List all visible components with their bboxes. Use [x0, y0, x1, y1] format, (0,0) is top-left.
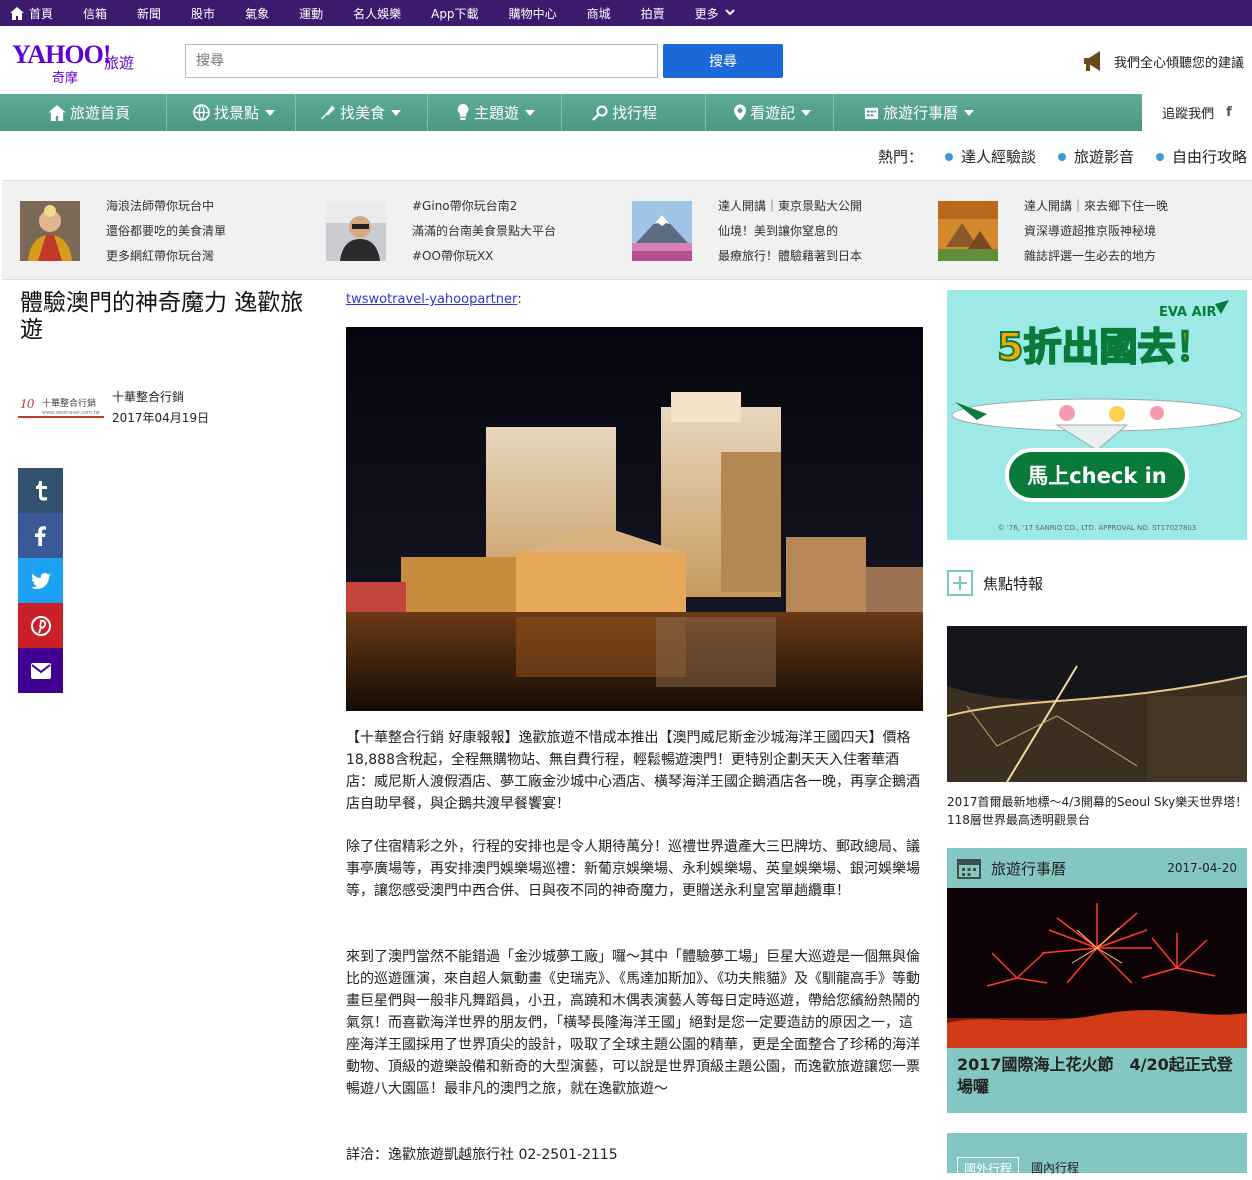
- svg-text:10: 10: [20, 397, 34, 412]
- svg-text:5折出國去！: 5折出國去！: [997, 325, 1213, 369]
- plus-box-icon: [947, 570, 973, 596]
- site-header: YAHOO! 奇摩 旅遊 搜尋 我們全心傾聽您的建議: [0, 26, 1252, 94]
- topbar-item-shopping[interactable]: 購物中心: [509, 5, 557, 22]
- topbar-item-weather[interactable]: 氣象: [245, 5, 269, 22]
- search-input[interactable]: [185, 44, 658, 78]
- venetian-macao-photo: [346, 327, 923, 711]
- publish-date: 2017年04月19日: [112, 411, 210, 425]
- hot-link[interactable]: 自由行攻略: [1172, 146, 1247, 167]
- calendar-icon: [865, 107, 879, 120]
- calendar-caption[interactable]: 2017國際海上花火節 4/20起正式登場囉: [957, 1054, 1247, 1098]
- calendar-date: 2017-04-20: [1167, 861, 1237, 875]
- topbar-item-sports[interactable]: 運動: [299, 5, 323, 22]
- seoul-night-photo[interactable]: [947, 626, 1247, 782]
- mail-icon: [30, 662, 51, 679]
- utensils-icon: [321, 105, 336, 120]
- search-icon: [592, 105, 608, 121]
- topbar-item-celebrity[interactable]: 名人娛樂: [353, 5, 401, 22]
- tab-domestic[interactable]: 國內行程: [1025, 1157, 1085, 1178]
- hot-link[interactable]: 旅遊影音: [1074, 146, 1134, 167]
- focus-caption[interactable]: 2017首爾最新地標～4/3開幕的Seoul Sky樂天世界塔！118層世界最高…: [947, 793, 1252, 829]
- share-twitter-button[interactable]: [18, 558, 63, 603]
- monk-thumbnail: [20, 201, 80, 261]
- home-icon: [10, 6, 24, 20]
- calendar-icon: [957, 859, 981, 879]
- article-paragraph: 來到了澳門當然不能錯過「金沙城夢工廠」囉～其中「體驗夢工場」巨星大巡遊是一個無與…: [346, 949, 920, 1097]
- nav-find-itinerary[interactable]: 找行程: [562, 94, 707, 131]
- globe-icon: [193, 104, 210, 121]
- svg-text:十華整合行銷: 十華整合行銷: [42, 397, 96, 409]
- topbar-item-news[interactable]: 新聞: [137, 5, 161, 22]
- topbar-item-mail[interactable]: 信箱: [83, 5, 107, 22]
- contact-info: 詳洽：逸歡旅遊凱越旅行社 02-2501-2115: [346, 1147, 618, 1163]
- bullet-icon: [945, 152, 954, 161]
- yahoo-logo[interactable]: YAHOO! 奇摩 旅遊: [12, 40, 142, 86]
- nav-travel-home[interactable]: 旅遊首頁: [0, 94, 168, 131]
- nav-theme-tours[interactable]: 主題遊: [428, 94, 563, 131]
- focus-header: 焦點特報: [947, 570, 1043, 596]
- topbar-item-auction[interactable]: 拍賣: [641, 5, 665, 22]
- eva-air-ad-art: EVA AIR 5折出國去！ 馬上check in © '76, '17 SAN…: [951, 300, 1243, 532]
- promo-block[interactable]: 達人開講｜東京景點大公開 仙境！美到讓你窒息的 最療旅行！體驗藉著到日本: [614, 181, 920, 281]
- promo-block[interactable]: 達人開講｜來去鄉下住一晚 資深導遊超推京阪神秘境 雜誌評選一生必去的地方: [920, 181, 1252, 281]
- gino-thumbnail: [326, 201, 386, 261]
- nav-travel-notes[interactable]: 看遊記: [706, 94, 835, 131]
- nav-find-spots[interactable]: 找景點: [167, 94, 297, 131]
- share-mail-button[interactable]: [18, 648, 63, 693]
- svg-text:www.swotravel.com.tw: www.swotravel.com.tw: [42, 410, 100, 416]
- megaphone-icon: [1084, 51, 1100, 71]
- hot-link[interactable]: 達人經驗談: [961, 146, 1036, 167]
- article-paragraph: 【十華整合行銷 好康報報】逸歡旅遊不惜成本推出【澳門威尼斯金沙城海洋王國四天】價…: [346, 730, 920, 812]
- article-paragraph: 除了住宿精彩之外，行程的安排也是令人期待萬分！巡禮世界遺產大三巴牌坊、郵政總局、…: [346, 839, 920, 899]
- topbar-item-mall[interactable]: 商城: [587, 5, 611, 22]
- share-pinterest-button[interactable]: [18, 603, 63, 648]
- article-title: 體驗澳門的神奇魔力 逸歡旅遊: [20, 290, 304, 343]
- chevron-down-icon: [724, 9, 735, 16]
- topbar-item-stock[interactable]: 股市: [191, 5, 215, 22]
- pinterest-icon: [30, 615, 51, 636]
- village-thumbnail: [938, 201, 998, 261]
- share-tumblr-button[interactable]: [18, 468, 63, 513]
- bullet-icon: [1156, 152, 1165, 161]
- bullet-icon: [1058, 152, 1067, 161]
- topbar-item-home[interactable]: 首頁: [10, 5, 53, 22]
- home-icon: [48, 104, 66, 121]
- hot-topics: 熱門： 達人經驗談 旅遊影音 自由行攻略: [878, 146, 1247, 167]
- tour-tabs: 國外行程 國內行程: [947, 1133, 1247, 1180]
- fireworks-photo[interactable]: [947, 888, 1247, 1048]
- promo-block[interactable]: 海浪法師帶你玩台中 還俗都要吃的美食清單 更多網紅帶你玩台灣: [2, 181, 308, 281]
- feedback-link[interactable]: 我們全心傾聽您的建議: [1082, 50, 1244, 72]
- tumblr-icon: [35, 480, 47, 501]
- facebook-icon: [35, 525, 46, 546]
- follow-us[interactable]: 追蹤我們 f: [1142, 94, 1252, 131]
- travel-calendar: 旅遊行事曆 2017-04-20 2017國際海上花火節 4/20起正式登場囉: [947, 848, 1247, 1113]
- share-facebook-button[interactable]: [18, 513, 63, 558]
- promo-block[interactable]: #Gino帶你玩台南2 滿滿的台南美食景點大平台 #OO帶你玩XX: [308, 181, 614, 281]
- search-button[interactable]: 搜尋: [663, 44, 783, 78]
- top-bar: 首頁 信箱 新聞 股市 氣象 運動 名人娛樂 App下載 購物中心 商城 拍賣 …: [0, 0, 1252, 26]
- tab-overseas[interactable]: 國外行程: [957, 1157, 1020, 1180]
- map-pin-icon: [734, 104, 747, 121]
- hot-label: 熱門：: [878, 148, 924, 166]
- eva-air-ad[interactable]: EVA AIR 5折出國去！ 馬上check in © '76, '17 SAN…: [947, 290, 1247, 540]
- main-nav: 旅遊首頁 找景點 找美食 主題遊 找行程 看遊記 旅遊行事曆 追蹤我們 f: [0, 94, 1252, 131]
- nav-find-food[interactable]: 找美食: [296, 94, 429, 131]
- author-name[interactable]: 十華整合行銷: [112, 388, 184, 405]
- svg-text:馬上check in: 馬上check in: [1027, 464, 1167, 488]
- author-logo: 10 十華整合行銷 www.swotravel.com.tw: [18, 397, 104, 418]
- lightbulb-icon: [457, 104, 469, 120]
- fuji-thumbnail: [632, 201, 692, 261]
- topbar-item-app[interactable]: App下載: [431, 5, 478, 22]
- nav-travel-calendar[interactable]: 旅遊行事曆: [834, 94, 994, 131]
- twitter-icon: [30, 572, 51, 589]
- partner-link[interactable]: twswotravel-yahoopartner:: [346, 292, 522, 307]
- svg-text:EVA AIR: EVA AIR: [1159, 305, 1217, 320]
- svg-text:© '76, '17 SANRIO CO., LTD. AP: © '76, '17 SANRIO CO., LTD. APPROVAL NO.…: [998, 524, 1197, 532]
- facebook-icon[interactable]: f: [1226, 105, 1232, 120]
- promo-strip: 海浪法師帶你玩台中 還俗都要吃的美食清單 更多網紅帶你玩台灣 #Gino帶你玩台…: [2, 180, 1252, 280]
- topbar-item-more[interactable]: 更多: [695, 5, 740, 22]
